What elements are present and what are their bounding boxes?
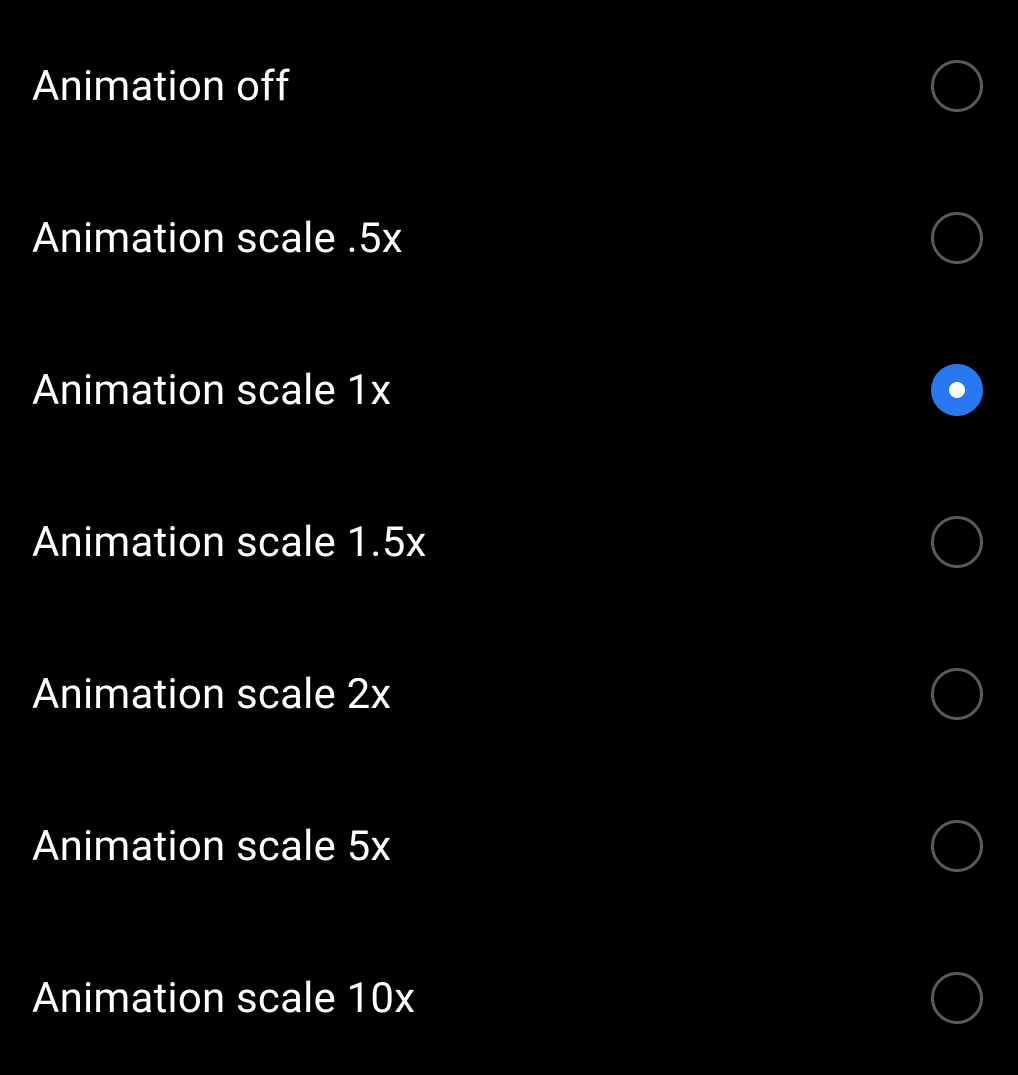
option-animation-scale-2x[interactable]: Animation scale 2x	[0, 618, 1018, 770]
option-label: Animation scale 5x	[32, 822, 391, 871]
animation-scale-options-list: Animation off Animation scale .5x Animat…	[0, 0, 1018, 1074]
radio-icon	[931, 972, 983, 1024]
option-label: Animation scale 1.5x	[32, 518, 427, 567]
option-animation-scale-10x[interactable]: Animation scale 10x	[0, 922, 1018, 1074]
radio-icon	[931, 516, 983, 568]
option-animation-off[interactable]: Animation off	[0, 10, 1018, 162]
option-animation-scale-0-5x[interactable]: Animation scale .5x	[0, 162, 1018, 314]
radio-icon	[931, 212, 983, 264]
option-label: Animation scale 10x	[32, 974, 415, 1023]
radio-icon	[931, 820, 983, 872]
radio-icon	[931, 60, 983, 112]
option-animation-scale-5x[interactable]: Animation scale 5x	[0, 770, 1018, 922]
option-label: Animation scale 1x	[32, 366, 391, 415]
option-animation-scale-1x[interactable]: Animation scale 1x	[0, 314, 1018, 466]
radio-selected-icon	[931, 364, 983, 416]
option-label: Animation scale 2x	[32, 670, 391, 719]
option-animation-scale-1-5x[interactable]: Animation scale 1.5x	[0, 466, 1018, 618]
radio-icon	[931, 668, 983, 720]
option-label: Animation off	[32, 62, 290, 111]
option-label: Animation scale .5x	[32, 214, 403, 263]
